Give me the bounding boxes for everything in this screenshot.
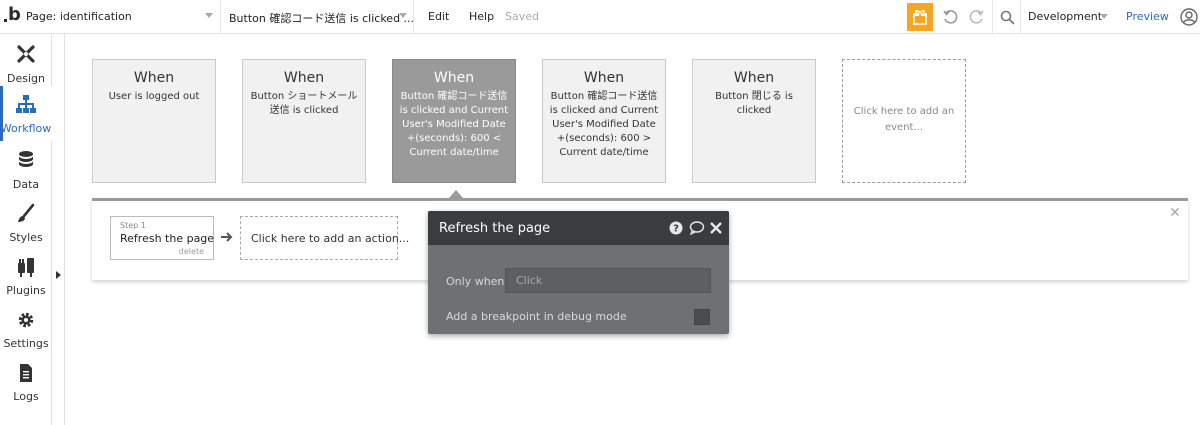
only-when-label: Only when	[446, 275, 505, 288]
step-title: Refresh the page	[120, 232, 215, 245]
sidebar-item-styles[interactable]: Styles	[0, 197, 52, 247]
only-when-placeholder: Click	[516, 274, 543, 287]
sidebar-item-data[interactable]: Data	[0, 144, 52, 194]
sidebar-item-logs[interactable]: Logs	[0, 356, 52, 406]
event-description: Button 確認コード送信 is clicked and Current Us…	[399, 91, 509, 158]
chevron-down-icon[interactable]	[399, 13, 407, 18]
breakpoint-checkbox[interactable]	[694, 309, 710, 325]
close-icon[interactable]	[709, 221, 723, 235]
preview-link[interactable]: Preview	[1126, 10, 1169, 23]
event-card[interactable]: When Button 確認コード送信 is clicked and Curre…	[542, 59, 666, 183]
design-icon	[16, 44, 36, 66]
database-icon	[16, 150, 36, 172]
divider	[64, 34, 65, 425]
sidebar-item-label: Styles	[9, 231, 43, 244]
sidebar-item-label: Data	[12, 178, 40, 191]
close-icon[interactable]: ✕	[1168, 206, 1182, 220]
sidebar-item-label: Design	[7, 72, 45, 85]
sidebar-item-label: Workflow	[0, 122, 52, 135]
divider	[992, 0, 993, 34]
chevron-down-icon[interactable]	[1100, 14, 1108, 19]
brush-icon	[16, 203, 36, 225]
sidebar: Design Workflow Data Styles Plugins Sett…	[0, 34, 52, 425]
action-step[interactable]: Step 1 Refresh the page delete	[110, 216, 214, 260]
add-action-label: Click here to add an action...	[251, 232, 410, 245]
menu-help[interactable]: Help	[469, 10, 494, 23]
add-event-button[interactable]: Click here to add an event...	[842, 59, 966, 183]
bubble-logo-icon[interactable]: b	[4, 4, 22, 28]
sidebar-item-plugins[interactable]: Plugins	[0, 250, 52, 300]
environment-selector[interactable]: Development	[1028, 10, 1102, 23]
plug-icon	[16, 256, 36, 278]
selected-event-pointer	[449, 190, 463, 198]
gear-icon	[16, 309, 36, 331]
search-icon[interactable]	[997, 7, 1017, 27]
event-description: User is logged out	[108, 91, 200, 102]
only-when-input[interactable]: Click	[505, 268, 711, 293]
sidebar-item-workflow[interactable]: Workflow	[0, 86, 52, 141]
arrow-right-icon	[220, 230, 234, 244]
event-description: Button ショートメール送信 is clicked	[250, 91, 358, 116]
event-when: When	[733, 70, 775, 86]
page-selector[interactable]: Page: identification	[26, 10, 132, 23]
property-editor: Refresh the page ? Only when Click Add a…	[428, 211, 729, 334]
sidebar-expand-icon[interactable]	[56, 271, 61, 279]
event-when: When	[583, 70, 625, 86]
property-editor-header[interactable]: Refresh the page ?	[428, 211, 729, 245]
breakpoint-label: Add a breakpoint in debug mode	[446, 310, 627, 323]
event-when: When	[283, 70, 325, 86]
workflow-icon	[16, 94, 36, 116]
event-when: When	[433, 70, 475, 86]
sidebar-item-label: Plugins	[6, 284, 46, 297]
sidebar-item-label: Logs	[13, 390, 39, 403]
divider	[1020, 0, 1021, 34]
event-description: Button 確認コード送信 is clicked and Current Us…	[549, 91, 659, 158]
event-when: When	[133, 70, 175, 86]
add-event-label: Click here to add an event...	[853, 106, 955, 133]
delete-step-link[interactable]: delete	[179, 247, 204, 256]
document-icon	[16, 362, 36, 384]
sidebar-item-label: Settings	[3, 337, 49, 350]
event-card[interactable]: When Button ショートメール送信 is clicked	[242, 59, 366, 183]
svg-text:?: ?	[673, 224, 679, 235]
event-card[interactable]: When Button 閉じる is clicked	[692, 59, 816, 183]
sidebar-item-design[interactable]: Design	[0, 38, 52, 88]
top-bar: b Page: identification Button 確認コード送信 is…	[0, 0, 1200, 34]
event-card-selected[interactable]: When Button 確認コード送信 is clicked and Curre…	[392, 59, 516, 183]
gift-icon[interactable]	[907, 3, 933, 31]
comment-icon[interactable]	[689, 221, 705, 236]
user-icon[interactable]	[1180, 8, 1198, 26]
event-selector[interactable]: Button 確認コード送信 is clicked ...	[229, 10, 414, 26]
property-editor-title: Refresh the page	[439, 221, 551, 236]
menu-edit[interactable]: Edit	[428, 10, 449, 23]
divider	[220, 0, 221, 34]
event-description: Button 閉じる is clicked	[715, 91, 793, 116]
undo-icon[interactable]	[940, 7, 960, 27]
add-action-button[interactable]: Click here to add an action...	[240, 216, 409, 260]
sidebar-item-settings[interactable]: Settings	[0, 303, 52, 353]
event-card[interactable]: When User is logged out	[92, 59, 216, 183]
help-icon[interactable]: ?	[669, 221, 683, 235]
chevron-down-icon[interactable]	[205, 13, 213, 18]
divider	[413, 0, 414, 34]
step-number: Step 1	[120, 221, 146, 230]
save-status: Saved	[505, 10, 539, 23]
redo-icon[interactable]	[967, 7, 987, 27]
